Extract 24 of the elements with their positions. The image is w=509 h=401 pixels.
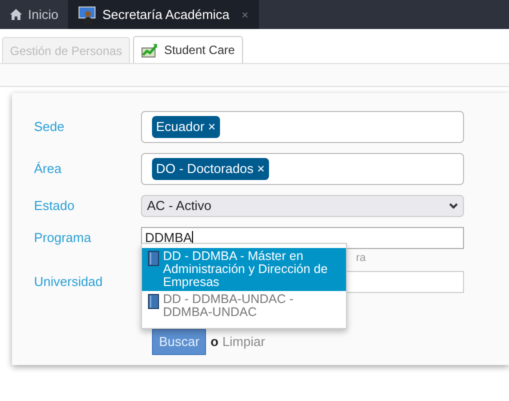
field-label: Universidad <box>33 273 104 292</box>
app-tab[interactable]: Secretaría Académica × <box>68 0 259 29</box>
suggestion-item[interactable]: DD - DDMBA - Máster en Administración y Dirección de Empresas <box>142 248 346 291</box>
field-label: Sede <box>33 118 66 136</box>
module-tab[interactable]: Student Care <box>133 36 243 63</box>
home-icon <box>10 9 22 20</box>
field-label: Área <box>33 160 62 178</box>
field-label: Programa <box>33 229 92 248</box>
chart-icon <box>141 42 158 58</box>
select-field[interactable]: AC - Activo <box>141 195 464 217</box>
tag-field[interactable]: DO - Doctorados × <box>141 153 464 185</box>
person-icon <box>78 6 96 24</box>
or-text: o <box>210 333 218 351</box>
app-tab[interactable]: Inicio <box>0 0 68 29</box>
close-icon[interactable]: × <box>242 6 249 24</box>
tag[interactable]: DO - Doctorados × <box>152 158 269 180</box>
book-icon <box>148 251 159 266</box>
hint-text: ra <box>356 252 366 264</box>
field-label: Estado <box>33 197 76 216</box>
suggestion-item[interactable]: DD - DDMBA-UNDAC - DDMBA-UNDAC <box>142 291 346 321</box>
caret-icon <box>449 203 458 209</box>
tag[interactable]: Ecuador × <box>152 116 220 138</box>
book-icon <box>148 294 159 309</box>
tag-field[interactable]: Ecuador × <box>141 111 464 143</box>
